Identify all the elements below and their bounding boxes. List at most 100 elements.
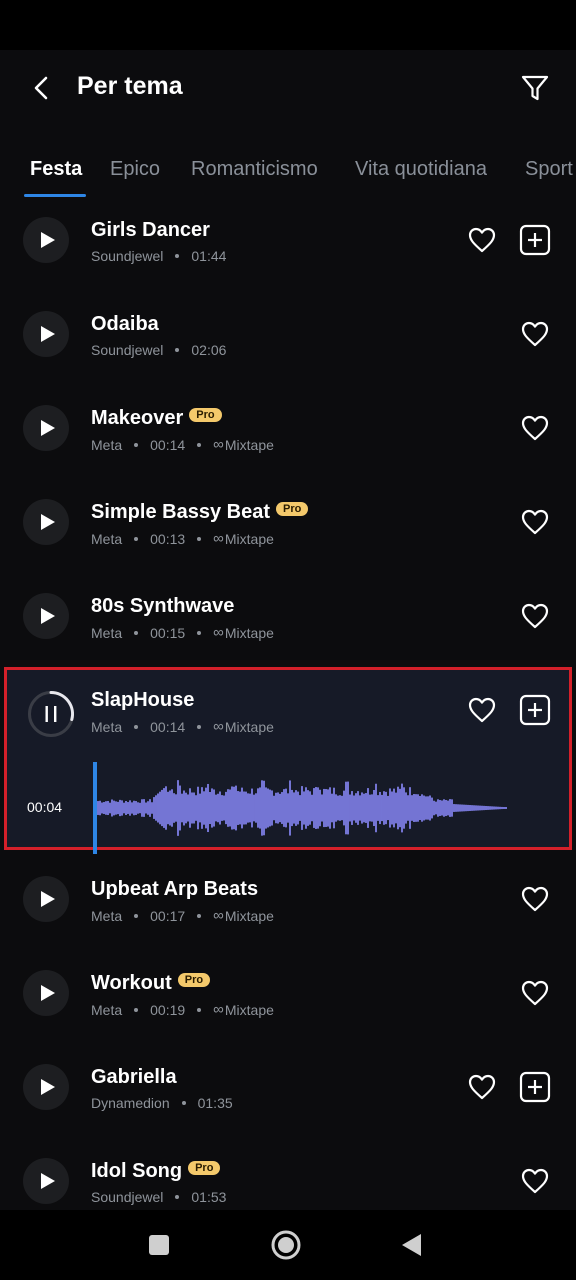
back-nav-button[interactable] bbox=[394, 1228, 428, 1262]
tab-epico[interactable]: Epico bbox=[110, 158, 160, 181]
play-icon bbox=[40, 326, 55, 342]
track-title-text: Upbeat Arp Beats bbox=[91, 878, 259, 900]
track-duration: 00:19 bbox=[150, 1001, 186, 1018]
favorite-button[interactable] bbox=[520, 413, 550, 443]
track-row[interactable]: Gabriella Dynamedion 01:35 bbox=[0, 1047, 576, 1141]
play-icon bbox=[40, 891, 55, 907]
track-meta: Meta 00:17 ∞ Mixtape bbox=[91, 907, 274, 924]
play-button[interactable] bbox=[23, 499, 69, 545]
track-artist: Soundjewel bbox=[91, 342, 164, 358]
track-artist: Meta bbox=[91, 436, 123, 453]
separator-dot bbox=[197, 913, 202, 918]
separator-dot bbox=[197, 1007, 202, 1012]
playhead-cursor[interactable] bbox=[93, 762, 97, 854]
track-artist: Meta bbox=[91, 530, 123, 547]
track-meta: Soundjewel 01:44 bbox=[91, 248, 226, 264]
tab-sport[interactable]: Sport bbox=[525, 158, 573, 181]
separator-dot bbox=[134, 1007, 139, 1012]
track-duration: 02:06 bbox=[191, 342, 227, 358]
play-icon bbox=[40, 1173, 55, 1189]
tab-romanticismo[interactable]: Romanticismo bbox=[191, 158, 318, 181]
track-row[interactable]: 80s Synthwave Meta 00:15 ∞ Mixtape bbox=[0, 576, 576, 670]
play-button[interactable] bbox=[23, 311, 69, 357]
track-title: Girls Dancer bbox=[91, 219, 210, 242]
home-button[interactable] bbox=[269, 1228, 303, 1262]
add-box-icon bbox=[519, 1071, 551, 1103]
triangle-back-icon bbox=[402, 1234, 421, 1256]
waveform[interactable] bbox=[93, 762, 513, 854]
track-title: SlapHouse bbox=[91, 689, 194, 712]
separator-dot bbox=[134, 724, 139, 729]
track-title: Upbeat Arp Beats bbox=[91, 878, 258, 901]
play-button[interactable] bbox=[23, 217, 69, 263]
favorite-button[interactable] bbox=[520, 319, 550, 349]
page-title: Per tema bbox=[77, 72, 183, 100]
meta-infinity-icon: ∞ bbox=[213, 1001, 224, 1018]
track-row[interactable]: Upbeat Arp Beats Meta 00:17 ∞ Mixtape bbox=[0, 859, 576, 953]
favorite-button[interactable] bbox=[520, 507, 550, 537]
tab-vita-quotidiana[interactable]: Vita quotidiana bbox=[355, 158, 487, 181]
separator-dot bbox=[197, 442, 202, 447]
track-meta: Meta 00:19 ∞ Mixtape bbox=[91, 1001, 274, 1018]
track-title: Simple Bassy Beat Pro bbox=[91, 501, 309, 524]
separator-dot bbox=[175, 348, 180, 352]
meta-infinity-icon: ∞ bbox=[213, 436, 224, 453]
recents-button[interactable] bbox=[142, 1228, 176, 1262]
favorite-button[interactable] bbox=[467, 1072, 497, 1102]
track-row[interactable]: Workout Pro Meta 00:19 ∞ Mixtape bbox=[0, 953, 576, 1047]
play-button[interactable] bbox=[23, 876, 69, 922]
heart-icon bbox=[521, 415, 549, 441]
favorite-button[interactable] bbox=[520, 601, 550, 631]
pro-badge: Pro bbox=[275, 502, 309, 516]
track-duration: 00:14 bbox=[150, 436, 186, 453]
track-title: Workout Pro bbox=[91, 972, 211, 995]
tab-festa[interactable]: Festa bbox=[30, 158, 82, 181]
heart-icon bbox=[521, 1168, 549, 1194]
track-title-text: Gabriella bbox=[91, 1066, 177, 1088]
header: Per tema bbox=[0, 50, 576, 124]
mixtape-label: Mixtape bbox=[224, 907, 274, 924]
favorite-button[interactable] bbox=[520, 884, 550, 914]
track-duration: 01:53 bbox=[191, 1189, 227, 1205]
play-button[interactable] bbox=[23, 1158, 69, 1204]
track-row[interactable]: Idol Song Pro Soundjewel 01:53 bbox=[0, 1141, 576, 1210]
play-button[interactable] bbox=[23, 970, 69, 1016]
favorite-button[interactable] bbox=[520, 978, 550, 1008]
play-icon bbox=[40, 985, 55, 1001]
track-duration: 00:17 bbox=[150, 907, 186, 924]
track-title-text: 80s Synthwave bbox=[91, 595, 235, 617]
separator-dot bbox=[134, 536, 139, 541]
track-row[interactable]: Girls Dancer Soundjewel 01:44 bbox=[0, 200, 576, 294]
mixtape-label: Mixtape bbox=[224, 436, 274, 453]
system-navigation-bar bbox=[0, 1210, 576, 1280]
track-row[interactable]: SlapHouse Meta 00:14 ∞ Mixtape bbox=[0, 670, 576, 764]
track-artist: Meta bbox=[91, 624, 123, 641]
elapsed-time: 00:04 bbox=[27, 799, 63, 815]
add-box-icon bbox=[519, 224, 551, 256]
favorite-button[interactable] bbox=[520, 1166, 550, 1196]
play-button[interactable] bbox=[23, 593, 69, 639]
track-title-text: Idol Song bbox=[91, 1160, 183, 1182]
track-row[interactable]: Odaiba Soundjewel 02:06 bbox=[0, 294, 576, 388]
separator-dot bbox=[197, 630, 202, 635]
track-row[interactable]: Makeover Pro Meta 00:14 ∞ Mixtape bbox=[0, 388, 576, 482]
play-button[interactable] bbox=[23, 1064, 69, 1110]
play-button[interactable] bbox=[23, 405, 69, 451]
meta-infinity-icon: ∞ bbox=[213, 624, 224, 641]
track-meta: Meta 00:14 ∞ Mixtape bbox=[91, 436, 274, 453]
filter-button[interactable] bbox=[514, 68, 556, 108]
heart-icon bbox=[521, 980, 549, 1006]
mixtape-label: Mixtape bbox=[224, 530, 274, 547]
track-title: Odaiba bbox=[91, 313, 159, 336]
mixtape-label: Mixtape bbox=[224, 718, 274, 735]
separator-dot bbox=[175, 254, 180, 258]
back-button[interactable] bbox=[22, 68, 62, 108]
add-to-project-button[interactable] bbox=[519, 1071, 551, 1103]
track-artist: Meta bbox=[91, 1001, 123, 1018]
favorite-button[interactable] bbox=[467, 225, 497, 255]
track-duration: 00:15 bbox=[150, 624, 186, 641]
add-to-project-button[interactable] bbox=[519, 224, 551, 256]
add-to-project-button[interactable] bbox=[519, 694, 551, 726]
favorite-button[interactable] bbox=[467, 695, 497, 725]
track-row[interactable]: Simple Bassy Beat Pro Meta 00:13 ∞ Mixtape bbox=[0, 482, 576, 576]
